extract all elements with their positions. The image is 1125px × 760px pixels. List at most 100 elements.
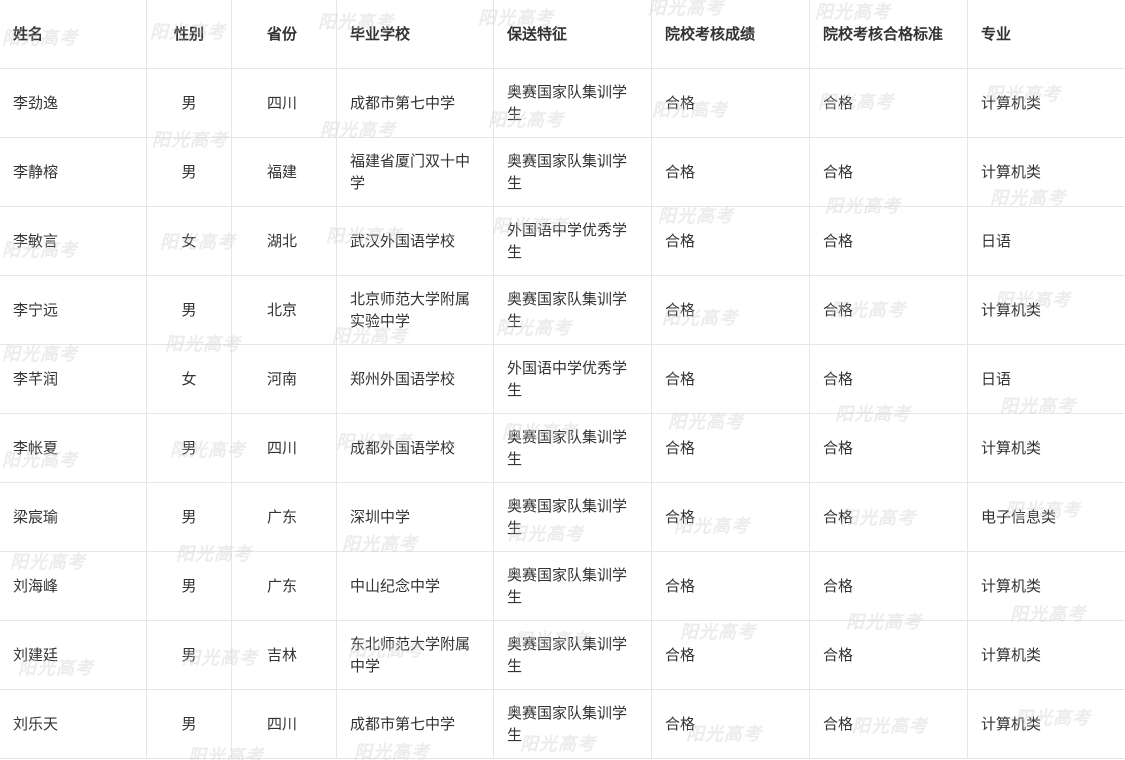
cell-province: 福建 — [231, 137, 337, 207]
cell-name: 刘乐天 — [0, 689, 147, 759]
cell-province: 四川 — [231, 68, 337, 138]
cell-school: 深圳中学 — [336, 482, 494, 552]
cell-gender: 女 — [146, 344, 232, 414]
cell-school: 郑州外国语学校 — [336, 344, 494, 414]
cell-gender: 女 — [146, 206, 232, 276]
table-row: 梁宸瑜 男 广东 深圳中学 奥赛国家队集训学生 合格 合格 电子信息类 — [0, 482, 1125, 552]
cell-major: 计算机类 — [967, 551, 1125, 621]
cell-standard: 合格 — [809, 620, 968, 690]
cell-school: 成都外国语学校 — [336, 413, 494, 483]
cell-feature: 外国语中学优秀学生 — [493, 344, 652, 414]
cell-score: 合格 — [651, 551, 810, 621]
cell-feature: 外国语中学优秀学生 — [493, 206, 652, 276]
cell-major: 计算机类 — [967, 68, 1125, 138]
cell-school: 北京师范大学附属实验中学 — [336, 275, 494, 345]
cell-major: 日语 — [967, 206, 1125, 276]
cell-province: 北京 — [231, 275, 337, 345]
cell-province: 河南 — [231, 344, 337, 414]
cell-score: 合格 — [651, 689, 810, 759]
cell-score: 合格 — [651, 275, 810, 345]
cell-major: 电子信息类 — [967, 482, 1125, 552]
cell-standard: 合格 — [809, 137, 968, 207]
table-row: 李静榕 男 福建 福建省厦门双十中学 奥赛国家队集训学生 合格 合格 计算机类 — [0, 137, 1125, 207]
cell-name: 李帐夏 — [0, 413, 147, 483]
cell-standard: 合格 — [809, 206, 968, 276]
cell-province: 广东 — [231, 551, 337, 621]
cell-major: 计算机类 — [967, 275, 1125, 345]
cell-gender: 男 — [146, 413, 232, 483]
header-row: 姓名 性别 省份 毕业学校 保送特征 院校考核成绩 院校考核合格标准 专业 — [0, 0, 1125, 69]
cell-province: 广东 — [231, 482, 337, 552]
cell-major: 计算机类 — [967, 137, 1125, 207]
cell-major: 计算机类 — [967, 413, 1125, 483]
table-row: 李帐夏 男 四川 成都外国语学校 奥赛国家队集训学生 合格 合格 计算机类 — [0, 413, 1125, 483]
cell-gender: 男 — [146, 275, 232, 345]
table-row: 李敏言 女 湖北 武汉外国语学校 外国语中学优秀学生 合格 合格 日语 — [0, 206, 1125, 276]
cell-feature: 奥赛国家队集训学生 — [493, 137, 652, 207]
cell-gender: 男 — [146, 68, 232, 138]
cell-school: 福建省厦门双十中学 — [336, 137, 494, 207]
cell-name: 李敏言 — [0, 206, 147, 276]
cell-major: 计算机类 — [967, 689, 1125, 759]
cell-standard: 合格 — [809, 482, 968, 552]
cell-standard: 合格 — [809, 68, 968, 138]
cell-name: 梁宸瑜 — [0, 482, 147, 552]
cell-major: 计算机类 — [967, 620, 1125, 690]
cell-score: 合格 — [651, 620, 810, 690]
header-gender: 性别 — [146, 0, 232, 69]
cell-major: 日语 — [967, 344, 1125, 414]
cell-standard: 合格 — [809, 275, 968, 345]
cell-feature: 奥赛国家队集训学生 — [493, 413, 652, 483]
admission-table: 姓名 性别 省份 毕业学校 保送特征 院校考核成绩 院校考核合格标准 专业 李劲… — [0, 0, 1125, 759]
cell-feature: 奥赛国家队集训学生 — [493, 689, 652, 759]
header-school: 毕业学校 — [336, 0, 494, 69]
cell-province: 四川 — [231, 689, 337, 759]
cell-name: 李静榕 — [0, 137, 147, 207]
cell-gender: 男 — [146, 482, 232, 552]
table-row: 李芊润 女 河南 郑州外国语学校 外国语中学优秀学生 合格 合格 日语 — [0, 344, 1125, 414]
cell-gender: 男 — [146, 620, 232, 690]
cell-province: 吉林 — [231, 620, 337, 690]
cell-name: 刘建廷 — [0, 620, 147, 690]
cell-province: 四川 — [231, 413, 337, 483]
cell-gender: 男 — [146, 551, 232, 621]
cell-school: 成都市第七中学 — [336, 689, 494, 759]
cell-score: 合格 — [651, 137, 810, 207]
cell-name: 李芊润 — [0, 344, 147, 414]
table-row: 刘海峰 男 广东 中山纪念中学 奥赛国家队集训学生 合格 合格 计算机类 — [0, 551, 1125, 621]
cell-feature: 奥赛国家队集训学生 — [493, 68, 652, 138]
table-row: 李宁远 男 北京 北京师范大学附属实验中学 奥赛国家队集训学生 合格 合格 计算… — [0, 275, 1125, 345]
cell-score: 合格 — [651, 68, 810, 138]
cell-gender: 男 — [146, 689, 232, 759]
table-row: 刘建廷 男 吉林 东北师范大学附属中学 奥赛国家队集训学生 合格 合格 计算机类 — [0, 620, 1125, 690]
cell-school: 成都市第七中学 — [336, 68, 494, 138]
header-name: 姓名 — [0, 0, 147, 69]
header-feature: 保送特征 — [493, 0, 652, 69]
table-body: 李劲逸 男 四川 成都市第七中学 奥赛国家队集训学生 合格 合格 计算机类 李静… — [0, 68, 1125, 759]
cell-feature: 奥赛国家队集训学生 — [493, 275, 652, 345]
cell-name: 李劲逸 — [0, 68, 147, 138]
header-major: 专业 — [967, 0, 1125, 69]
cell-name: 李宁远 — [0, 275, 147, 345]
cell-school: 东北师范大学附属中学 — [336, 620, 494, 690]
cell-standard: 合格 — [809, 344, 968, 414]
cell-feature: 奥赛国家队集训学生 — [493, 482, 652, 552]
cell-score: 合格 — [651, 413, 810, 483]
cell-school: 武汉外国语学校 — [336, 206, 494, 276]
header-standard: 院校考核合格标准 — [809, 0, 968, 69]
cell-feature: 奥赛国家队集训学生 — [493, 551, 652, 621]
cell-score: 合格 — [651, 482, 810, 552]
table-row: 李劲逸 男 四川 成都市第七中学 奥赛国家队集训学生 合格 合格 计算机类 — [0, 68, 1125, 138]
cell-gender: 男 — [146, 137, 232, 207]
header-province: 省份 — [231, 0, 337, 69]
table-row: 刘乐天 男 四川 成都市第七中学 奥赛国家队集训学生 合格 合格 计算机类 — [0, 689, 1125, 759]
cell-score: 合格 — [651, 206, 810, 276]
cell-standard: 合格 — [809, 689, 968, 759]
table-header: 姓名 性别 省份 毕业学校 保送特征 院校考核成绩 院校考核合格标准 专业 — [0, 0, 1125, 69]
cell-standard: 合格 — [809, 413, 968, 483]
cell-name: 刘海峰 — [0, 551, 147, 621]
cell-school: 中山纪念中学 — [336, 551, 494, 621]
cell-score: 合格 — [651, 344, 810, 414]
cell-province: 湖北 — [231, 206, 337, 276]
cell-feature: 奥赛国家队集训学生 — [493, 620, 652, 690]
